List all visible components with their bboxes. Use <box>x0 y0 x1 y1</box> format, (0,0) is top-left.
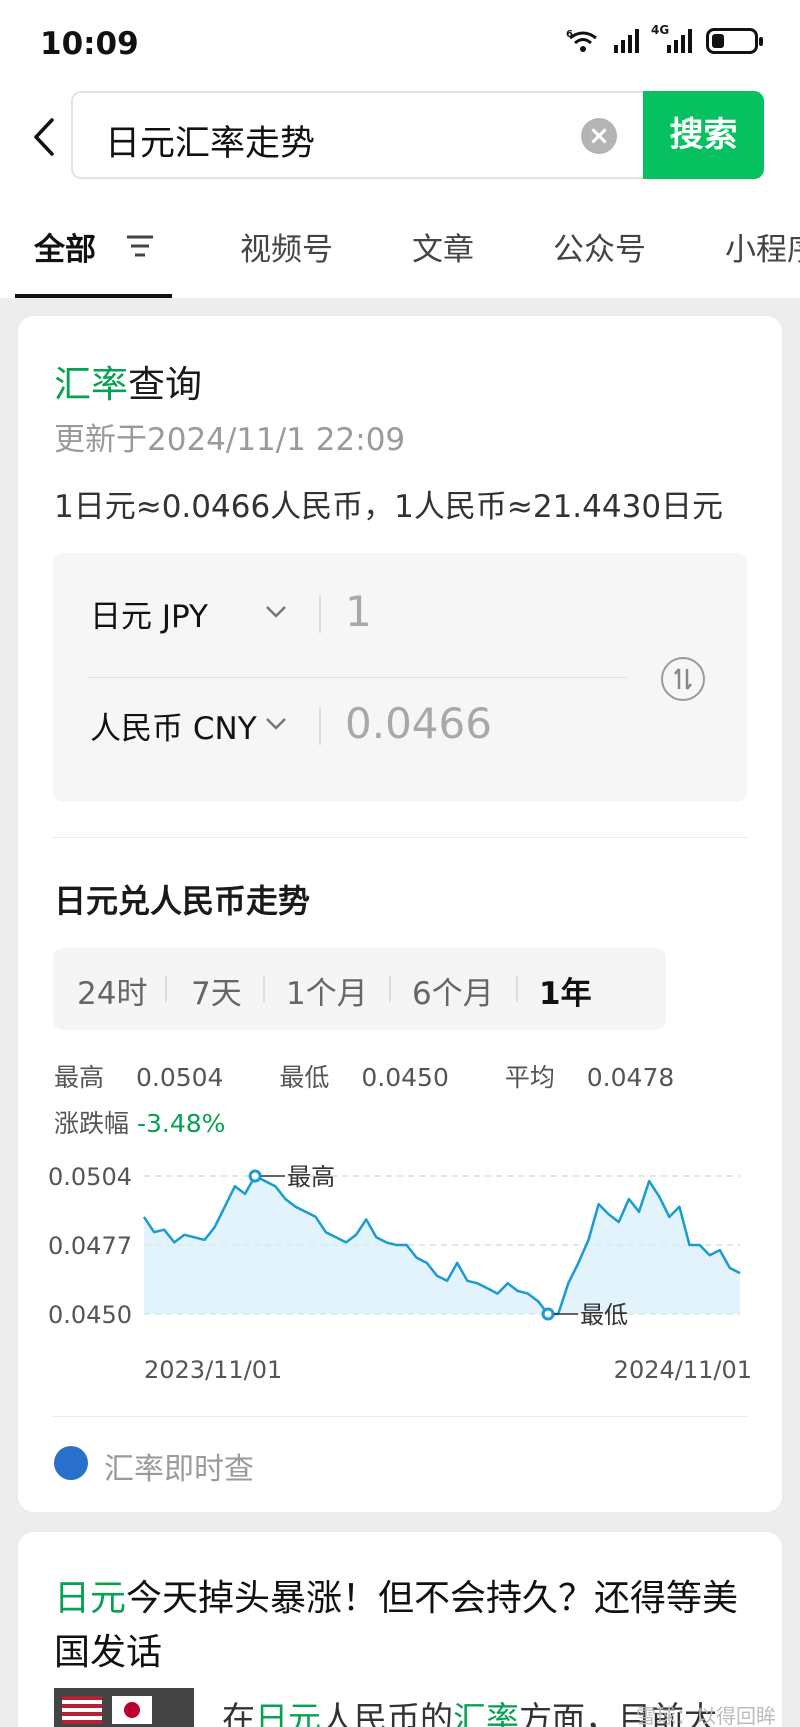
period-24h[interactable]: 24时 <box>77 968 147 1013</box>
source-logo-icon <box>54 1446 88 1480</box>
active-tab-indicator <box>15 294 172 298</box>
chevron-down-icon[interactable] <box>265 717 287 731</box>
rate-change: 涨跌幅 -3.48% <box>54 1104 225 1140</box>
period-1y[interactable]: 1年 <box>539 968 592 1013</box>
stat-low-label: 最低 <box>279 1063 330 1092</box>
to-currency-select[interactable]: 人民币 CNY <box>90 703 257 748</box>
wifi-label: 6 <box>566 29 573 40</box>
tab-official-accounts[interactable]: 公众号 <box>553 224 646 269</box>
tab-all[interactable]: 全部 <box>34 224 96 269</box>
clear-icon[interactable]: × <box>581 118 617 154</box>
status-bar: 10:09 6 4G <box>0 0 800 90</box>
period-separator <box>389 976 391 1002</box>
status-time: 10:09 <box>40 26 139 62</box>
snippet-text: 人民币的 <box>321 1699 453 1727</box>
article-result[interactable]: 日元今天掉头暴涨！但不会持久？还得等美国发话 在日元人民币的汇率方面，目前大 <box>18 1532 782 1727</box>
rate-summary: 1日元≈0.0466人民币，1人民币≈21.4430日元 <box>54 489 724 525</box>
back-icon[interactable] <box>28 112 58 162</box>
updated-time: 更新于2024/11/1 22:09 <box>54 422 406 458</box>
currency-converter: 日元 JPY 1 人民币 CNY 0.0466 <box>53 553 747 802</box>
signal-icon-1 <box>614 29 639 53</box>
stat-avg: 平均 0.0478 <box>505 1063 698 1092</box>
period-6m[interactable]: 6个月 <box>412 968 494 1013</box>
field-separator <box>319 707 321 745</box>
tab-channels[interactable]: 视频号 <box>240 224 333 269</box>
stat-avg-value: 0.0478 <box>586 1063 675 1092</box>
field-separator <box>319 595 321 633</box>
period-separator <box>165 976 167 1002</box>
y-tick-label: 0.0477 <box>48 1232 132 1260</box>
watermark: 雪球：以得回眸 <box>636 1704 776 1727</box>
from-currency-select[interactable]: 日元 JPY <box>90 591 208 636</box>
y-tick-label: 0.0450 <box>48 1301 132 1329</box>
stat-avg-label: 平均 <box>504 1063 555 1092</box>
search-input[interactable]: 日元汇率走势 × <box>71 91 645 179</box>
change-label: 涨跌幅 <box>54 1109 130 1138</box>
tab-bar: 全部 视频号 文章 公众号 小程序 <box>0 210 800 298</box>
tab-mini-programs[interactable]: 小程序 <box>725 224 800 269</box>
article-title[interactable]: 日元今天掉头暴涨！但不会持久？还得等美国发话 <box>54 1572 744 1680</box>
filter-icon[interactable] <box>125 234 155 258</box>
battery-icon <box>706 28 763 54</box>
chart-high-label: 最高 <box>287 1163 335 1191</box>
chart-low-marker <box>541 1307 555 1321</box>
chevron-down-icon[interactable] <box>265 605 287 619</box>
chart-low-label: 最低 <box>580 1301 628 1329</box>
japan-flag-image <box>112 1696 152 1724</box>
exchange-rate-card: 汇率查询 更新于2024/11/1 22:09 1日元≈0.0466人民币，1人… <box>18 316 782 1512</box>
source-name[interactable]: 汇率即时查 <box>104 1444 254 1488</box>
card-title[interactable]: 汇率查询 <box>54 354 202 408</box>
stat-low-value: 0.0450 <box>361 1063 449 1092</box>
network-label: 4G <box>651 23 670 37</box>
stat-high-label: 最高 <box>54 1063 105 1092</box>
swap-icon <box>674 668 692 690</box>
snippet-text: 在 <box>222 1699 255 1727</box>
article-thumbnail[interactable] <box>54 1688 194 1727</box>
tab-articles[interactable]: 文章 <box>412 224 474 269</box>
search-button[interactable]: 搜索 <box>643 91 764 179</box>
converter-divider <box>87 677 627 678</box>
card-title-rest: 查询 <box>128 363 202 406</box>
stat-low: 最低 0.0450 <box>279 1063 472 1092</box>
card-title-highlight: 汇率 <box>54 363 128 406</box>
stat-high-value: 0.0504 <box>135 1063 224 1092</box>
section-divider <box>53 837 747 838</box>
period-1m[interactable]: 1个月 <box>286 968 368 1013</box>
x-start-label: 2023/11/01 <box>144 1356 282 1384</box>
period-separator <box>516 976 518 1002</box>
snippet-highlight: 日元 <box>255 1699 321 1727</box>
trend-title: 日元兑人民币走势 <box>54 882 311 920</box>
chart-high-marker <box>248 1169 262 1183</box>
period-selector: 24时 7天 1个月 6个月 1年 <box>53 948 666 1030</box>
trend-chart: 0.0504 0.0477 0.0450 最高最低 2023/11/01 2024/11/… <box>48 1163 752 1384</box>
article-title-rest: 今天掉头暴涨！但不会持久？还得等美国发话 <box>54 1578 739 1673</box>
to-amount-field[interactable]: 0.0466 <box>345 699 492 748</box>
snippet-highlight: 汇率 <box>453 1699 519 1727</box>
y-tick-label: 0.0504 <box>48 1163 132 1191</box>
swap-currency-button[interactable] <box>661 657 705 701</box>
stat-high: 最高 0.0504 <box>54 1063 247 1092</box>
x-end-label: 2024/11/01 <box>614 1356 752 1384</box>
rate-stats: 最高 0.0504 最低 0.0450 平均 0.0478 <box>54 1058 722 1094</box>
signal-icon-2: 4G <box>651 23 692 53</box>
us-flag-image <box>62 1696 102 1724</box>
change-value: -3.48% <box>136 1109 226 1138</box>
article-title-highlight: 日元 <box>54 1578 127 1619</box>
card-divider <box>53 1416 747 1417</box>
period-separator <box>263 976 265 1002</box>
period-7d[interactable]: 7天 <box>191 968 242 1013</box>
search-query[interactable]: 日元汇率走势 <box>105 115 315 166</box>
wifi-icon: 6 <box>566 29 597 52</box>
from-amount-input[interactable]: 1 <box>345 587 372 636</box>
status-icons: 6 4G <box>566 23 763 54</box>
